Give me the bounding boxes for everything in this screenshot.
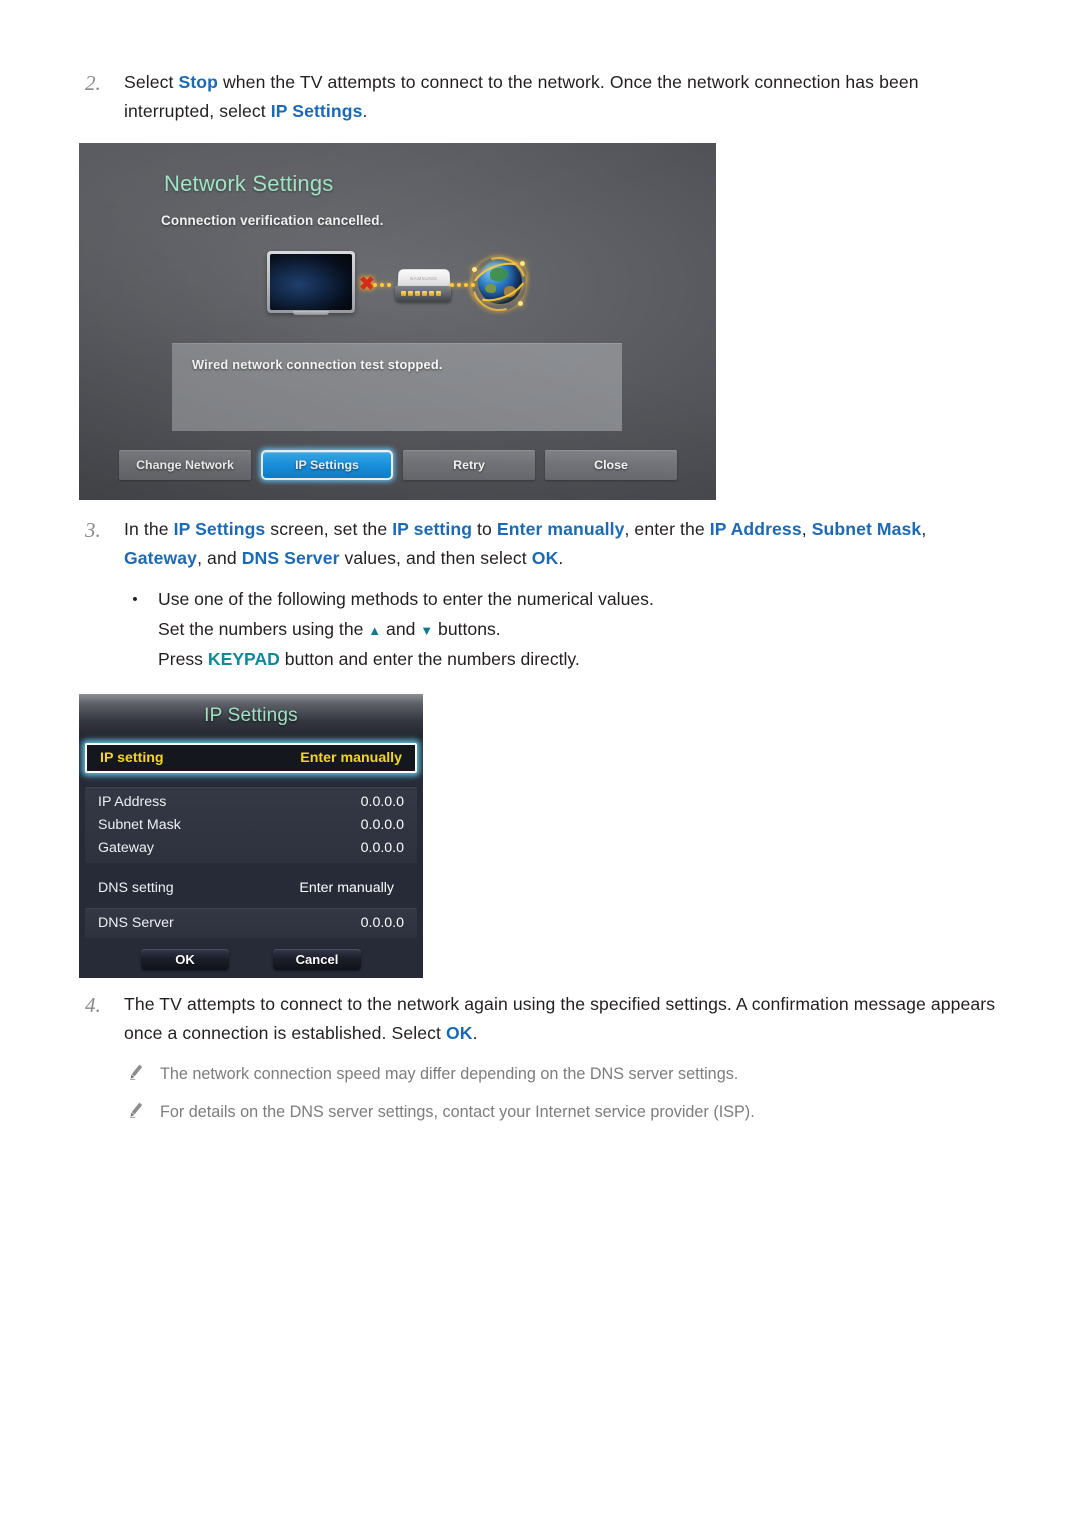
ip-settings-screenshot: IP Settings IP setting Enter manually IP… <box>79 694 423 978</box>
ip-settings-button[interactable]: IP Settings <box>261 450 393 480</box>
entry-method-arrows: Set the numbers using the ▲ and ▼ button… <box>112 615 872 645</box>
step-4-text: The TV attempts to connect to the networ… <box>124 994 996 1043</box>
up-arrow-icon: ▲ <box>368 623 382 638</box>
step-3-text: In the IP Settings screen, set the IP se… <box>124 519 927 568</box>
entry-method-keypad-pre: Press <box>158 649 208 669</box>
subnet-mask-label: Subnet Mask <box>98 816 181 833</box>
status-message-text: Wired network connection test stopped. <box>192 357 443 372</box>
note-2-text: For details on the DNS server settings, … <box>160 1103 755 1121</box>
step-4-number: 4. <box>85 993 101 1017</box>
keypad-key-label: KEYPAD <box>207 649 280 669</box>
note-1: The network connection speed may differ … <box>112 1062 972 1086</box>
dns-setting-row[interactable]: DNS setting Enter manually <box>85 876 417 899</box>
ip-settings-header: IP Settings <box>79 694 423 738</box>
dns-server-row[interactable]: DNS Server 0.0.0.0 <box>85 911 417 934</box>
entry-methods-lead-row: • Use one of the following methods to en… <box>112 585 872 615</box>
tv-icon <box>267 251 355 313</box>
entry-method-keypad: Press KEYPAD button and enter the number… <box>112 645 872 674</box>
ip-setting-value: Enter manually <box>300 750 402 766</box>
entry-method-arrows-mid: and <box>381 619 421 639</box>
dns-server-label: DNS Server <box>98 914 174 931</box>
dns-server-group: DNS Server 0.0.0.0 <box>85 908 417 938</box>
cancel-button[interactable]: Cancel <box>273 949 361 970</box>
change-network-button[interactable]: Change Network <box>119 450 251 480</box>
dns-server-value: 0.0.0.0 <box>360 914 404 931</box>
entry-methods-block: • Use one of the following methods to en… <box>112 585 872 674</box>
subnet-mask-row[interactable]: Subnet Mask 0.0.0.0 <box>85 813 417 836</box>
network-settings-title: Network Settings <box>164 171 334 196</box>
step-2-number: 2. <box>85 71 101 95</box>
step-4: 4. The TV attempts to connect to the net… <box>78 990 998 1048</box>
address-group: IP Address 0.0.0.0 Subnet Mask 0.0.0.0 G… <box>85 787 417 863</box>
tv-stand <box>293 311 329 315</box>
entry-method-keypad-post: button and enter the numbers directly. <box>279 649 580 669</box>
router-icon: SAMSUNG <box>395 269 451 303</box>
gateway-row[interactable]: Gateway 0.0.0.0 <box>85 836 417 859</box>
status-message-box: Wired network connection test stopped. <box>172 343 622 431</box>
pencil-icon <box>112 1062 160 1080</box>
internet-globe-icon <box>462 247 536 321</box>
network-diagram: ✖ SAMSUNG <box>267 247 536 323</box>
close-button[interactable]: Close <box>545 450 677 480</box>
step-2-text: Select Stop when the TV attempts to conn… <box>124 72 919 121</box>
entry-methods-lead-text: Use one of the following methods to ente… <box>158 589 654 609</box>
step-3-number: 3. <box>85 518 101 542</box>
entry-method-arrows-pre: Set the numbers using the <box>158 619 369 639</box>
ip-address-value: 0.0.0.0 <box>360 793 404 810</box>
note-2: For details on the DNS server settings, … <box>112 1100 972 1124</box>
subnet-mask-value: 0.0.0.0 <box>360 816 404 833</box>
ip-setting-label: IP setting <box>100 750 164 766</box>
entry-method-arrows-post: buttons. <box>433 619 501 639</box>
dns-setting-label: DNS setting <box>98 879 174 896</box>
gateway-value: 0.0.0.0 <box>360 839 404 856</box>
ok-button[interactable]: OK <box>141 949 229 970</box>
dns-setting-value: Enter manually <box>299 879 394 896</box>
ip-setting-row[interactable]: IP setting Enter manually <box>85 743 417 773</box>
step-2: 2. Select Stop when the TV attempts to c… <box>78 68 998 126</box>
ip-settings-button-row: OK Cancel <box>79 949 423 970</box>
network-settings-screenshot: Network Settings Connection verification… <box>79 143 716 500</box>
ip-address-label: IP Address <box>98 793 167 810</box>
gateway-label: Gateway <box>98 839 154 856</box>
retry-button[interactable]: Retry <box>403 450 535 480</box>
ip-address-row[interactable]: IP Address 0.0.0.0 <box>85 790 417 813</box>
pencil-icon <box>112 1100 160 1118</box>
step-3: 3. In the IP Settings screen, set the IP… <box>78 515 998 573</box>
down-arrow-icon: ▼ <box>420 623 434 638</box>
note-1-text: The network connection speed may differ … <box>160 1065 739 1083</box>
network-settings-button-row: Change Network IP Settings Retry Close <box>119 450 677 480</box>
router-brand-label: SAMSUNG <box>409 276 438 281</box>
bullet-dot-icon: • <box>132 591 138 608</box>
ip-settings-title: IP Settings <box>204 705 298 726</box>
network-settings-subtitle: Connection verification cancelled. <box>161 213 384 228</box>
link-dots-left <box>373 283 395 288</box>
